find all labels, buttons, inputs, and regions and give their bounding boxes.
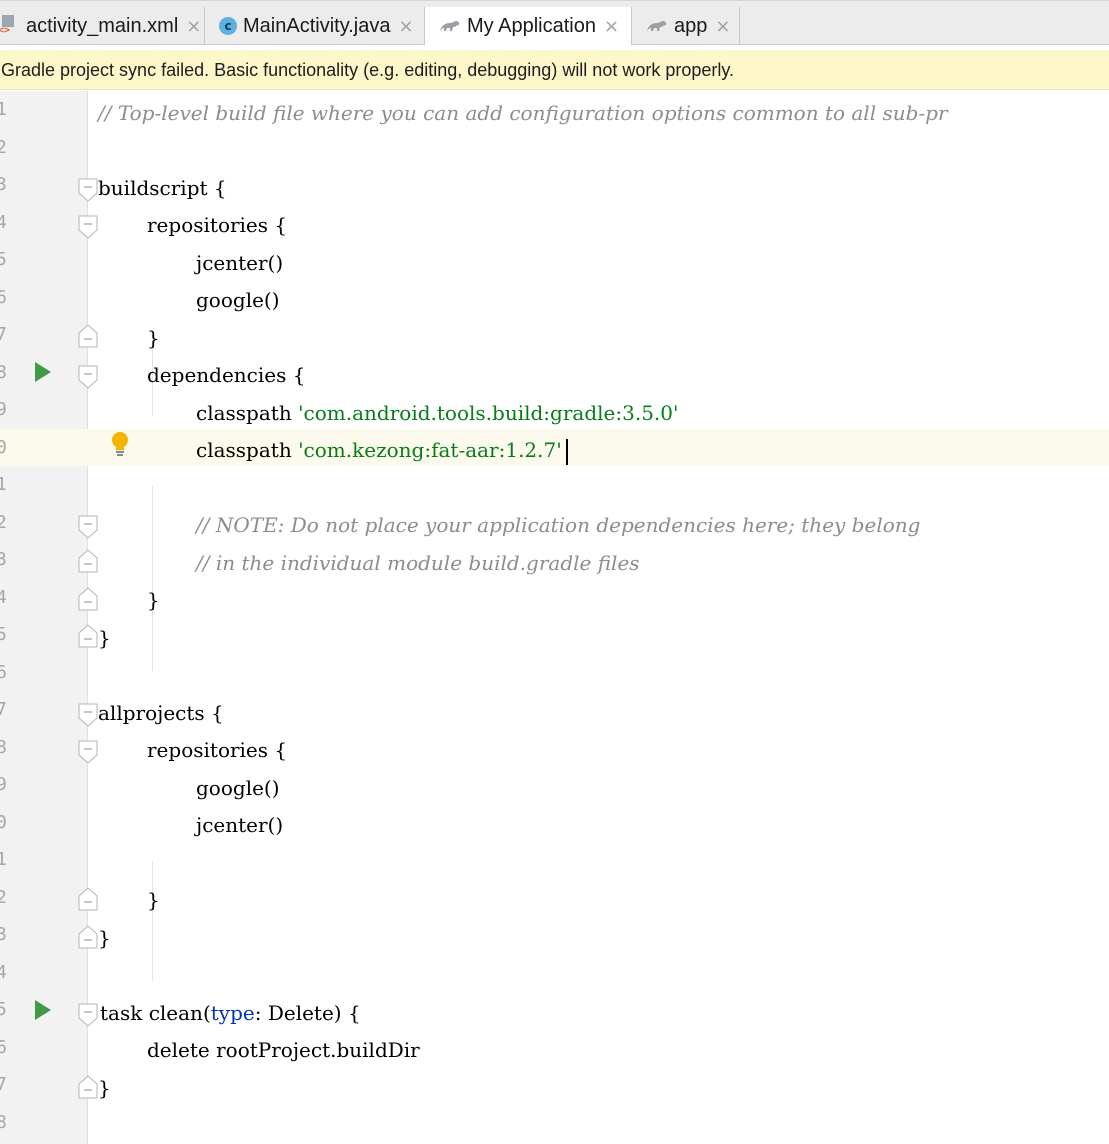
xml-file-icon: <> — [0, 15, 20, 37]
code-line: google() — [196, 288, 280, 312]
code-line: } — [98, 926, 111, 950]
banner-message: Gradle project sync failed. Basic functi… — [1, 60, 735, 80]
code-line: dependencies { — [147, 363, 306, 387]
gradle-icon — [647, 21, 667, 31]
code-line: task clean(type: Delete) { — [100, 995, 361, 1033]
code-line: classpath 'com.kezong:fat-aar:1.2.7' — [196, 432, 568, 470]
line-number: 3 — [0, 924, 7, 945]
line-number: 2 — [0, 886, 7, 908]
indent-guide — [152, 486, 153, 671]
close-icon[interactable]: × — [398, 16, 413, 37]
line-number: 1 — [0, 849, 7, 870]
line-number: 5 — [0, 624, 7, 645]
line-number: 6 — [0, 286, 7, 308]
code-line: } — [147, 326, 160, 350]
code-editor[interactable]: 1 2 3 4 5 6 7 8 9 0 1 2 3 4 5 6 7 8 9 0 … — [0, 91, 1109, 1144]
code-line: } — [147, 888, 160, 912]
line-number: 6 — [0, 1036, 7, 1058]
tab-label: My Application — [467, 14, 596, 37]
line-number: 7 — [0, 324, 7, 345]
line-number: 1 — [0, 474, 7, 495]
lightbulb-icon[interactable] — [109, 431, 131, 457]
line-number: 3 — [0, 549, 7, 570]
fold-collapse-icon[interactable] — [78, 365, 98, 389]
close-icon[interactable]: × — [186, 16, 201, 37]
line-number: 3 — [0, 174, 7, 195]
code-line: buildscript { — [98, 176, 227, 200]
gradle-icon — [440, 21, 460, 31]
code-line: // NOTE: Do not place your application d… — [196, 513, 921, 537]
line-number: 5 — [0, 249, 7, 270]
fold-end-icon[interactable] — [78, 587, 98, 611]
code-line: jcenter() — [196, 251, 284, 275]
text-caret — [565, 438, 568, 465]
line-number: 8 — [0, 361, 7, 383]
line-number: 9 — [0, 399, 7, 420]
tab-label: app — [674, 14, 708, 37]
indent-guide — [152, 861, 153, 981]
ide-window: <> activity_main.xml × c MainActivity.ja… — [0, 0, 1109, 1144]
string-literal: 'com.android.tools.build:gradle:3.5.0' — [298, 401, 679, 425]
tab-label: activity_main.xml — [26, 14, 179, 37]
code-token: classpath — [196, 438, 299, 462]
run-icon[interactable] — [34, 361, 52, 383]
line-number: 8 — [0, 736, 7, 758]
fold-collapse-icon[interactable] — [78, 215, 98, 239]
fold-collapse-icon[interactable] — [78, 703, 98, 727]
code-line: // Top-level build file where you can ad… — [98, 101, 948, 125]
line-number: 2 — [0, 511, 7, 533]
fold-end-icon[interactable] — [78, 925, 98, 949]
line-number: 7 — [0, 699, 7, 720]
line-number: 0 — [0, 436, 7, 458]
fold-end-icon[interactable] — [78, 324, 98, 348]
tab-label: MainActivity.java — [243, 14, 391, 37]
line-number: 0 — [0, 811, 7, 833]
tab-activity-main-xml[interactable]: <> activity_main.xml × — [0, 7, 205, 45]
code-line: // in the individual module build.gradle… — [196, 551, 640, 575]
code-line: } — [147, 588, 160, 612]
line-number: 6 — [0, 661, 7, 683]
fold-end-icon[interactable] — [78, 887, 98, 911]
fold-collapse-icon[interactable] — [78, 178, 98, 202]
code-token: task clean( — [100, 1001, 211, 1025]
code-line: } — [98, 626, 111, 650]
line-number: 1 — [0, 99, 7, 120]
code-line: classpath 'com.android.tools.build:gradl… — [196, 395, 679, 433]
code-line: google() — [196, 776, 280, 800]
line-number: 4 — [0, 961, 7, 983]
fold-collapse-icon[interactable] — [78, 1003, 98, 1027]
run-icon[interactable] — [34, 999, 52, 1021]
code-line: delete rootProject.buildDir — [147, 1038, 420, 1062]
code-line: repositories { — [147, 213, 288, 237]
code-line: jcenter() — [196, 813, 284, 837]
code-token: classpath — [196, 401, 299, 425]
line-number: 4 — [0, 586, 7, 608]
code-line: repositories { — [147, 738, 288, 762]
line-number: 4 — [0, 211, 7, 233]
line-number: 2 — [0, 136, 7, 158]
fold-end-icon[interactable] — [78, 549, 98, 573]
fold-end-icon[interactable] — [78, 1075, 98, 1099]
editor-tab-bar: <> activity_main.xml × c MainActivity.ja… — [0, 0, 1109, 45]
tab-app[interactable]: app × — [632, 7, 740, 45]
close-icon[interactable]: × — [715, 16, 730, 37]
line-number: 9 — [0, 774, 7, 795]
line-number: 7 — [0, 1074, 7, 1095]
fold-collapse-icon[interactable] — [78, 515, 98, 539]
code-token: : Delete) { — [254, 1001, 361, 1025]
close-icon[interactable]: × — [604, 16, 619, 37]
tab-mainactivity-java[interactable]: c MainActivity.java × — [205, 7, 425, 45]
line-number: 5 — [0, 999, 7, 1020]
java-class-icon: c — [219, 17, 237, 35]
fold-end-icon[interactable] — [78, 624, 98, 648]
code-line: } — [98, 1076, 111, 1100]
string-literal: 'com.kezong:fat-aar:1.2.7' — [298, 438, 562, 462]
fold-collapse-icon[interactable] — [78, 740, 98, 764]
line-number: 8 — [0, 1111, 7, 1133]
keyword-token: type — [210, 1001, 255, 1025]
code-line: allprojects { — [98, 701, 224, 725]
gradle-sync-failed-banner: Gradle project sync failed. Basic functi… — [0, 50, 1109, 90]
tab-my-application[interactable]: My Application × — [425, 7, 632, 45]
